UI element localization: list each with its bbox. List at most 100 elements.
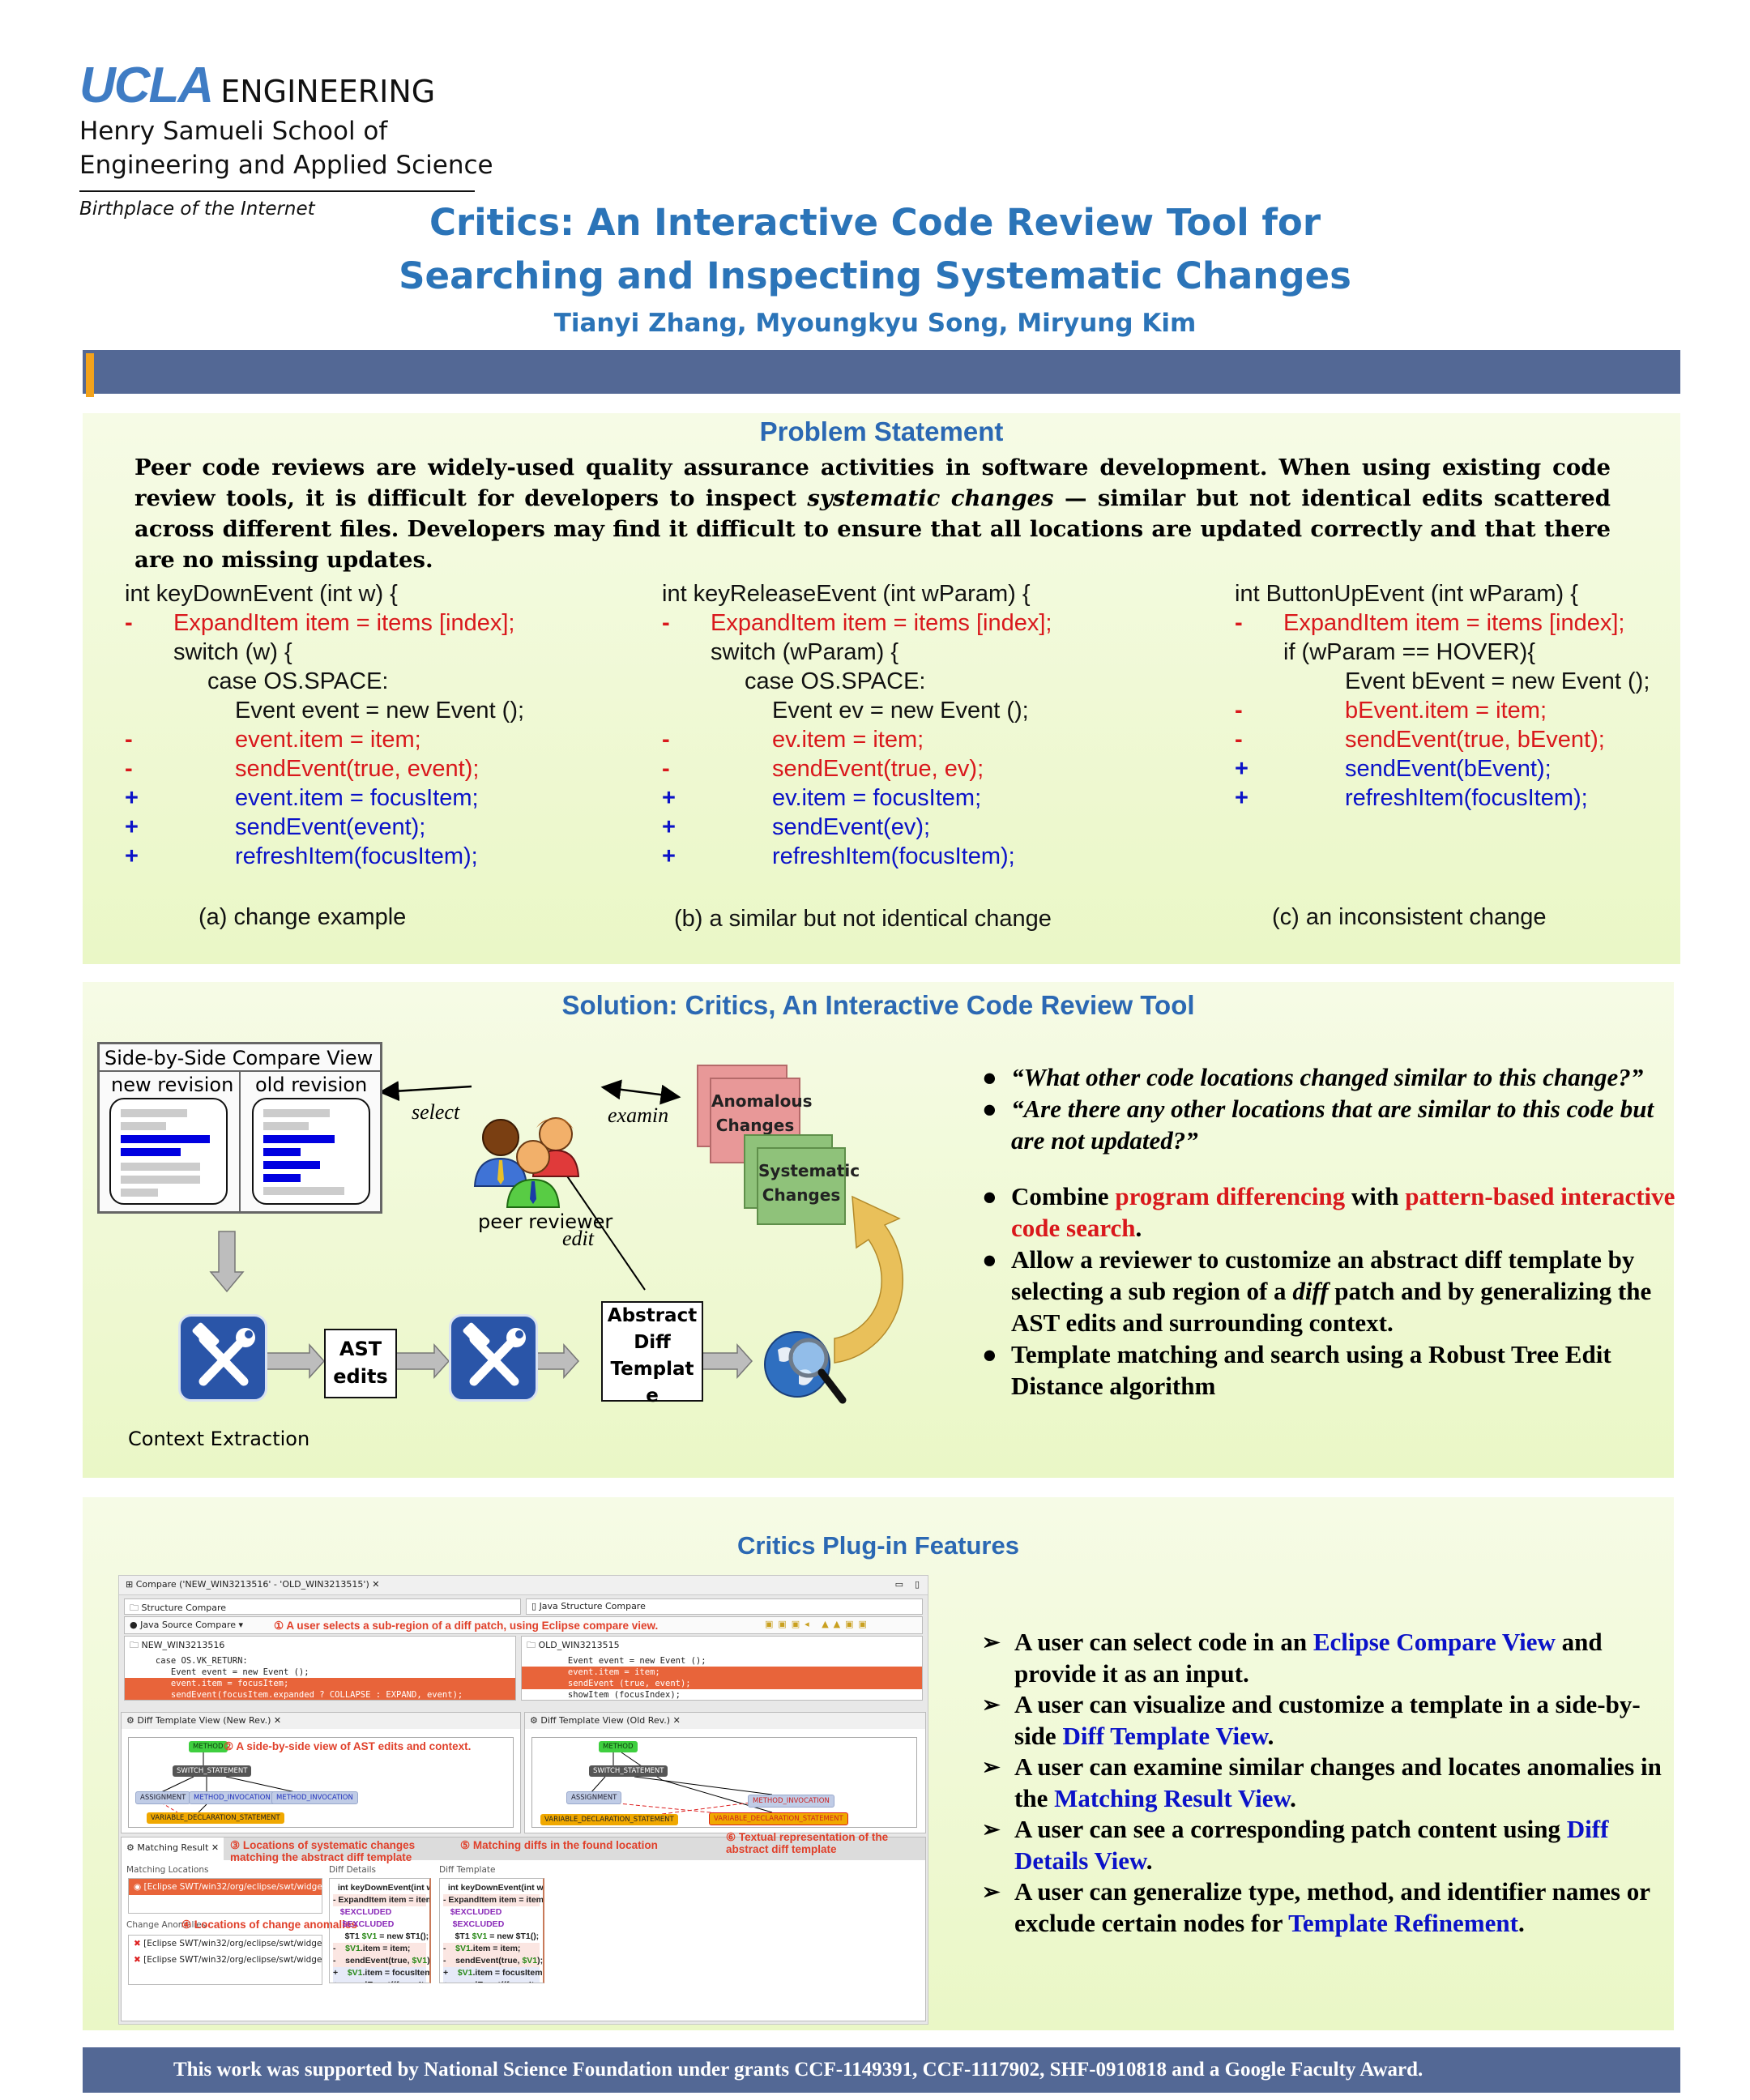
authors: Tianyi Zhang, Myoungkyu Song, Miryung Ki… [553, 309, 1197, 338]
highlighted-diff-line[interactable]: event.item = item; [522, 1667, 922, 1678]
question-2-text: “Are there any other locations that are … [1011, 1095, 1654, 1155]
ast-node-switch[interactable]: SWITCH_STATEMENT [589, 1765, 668, 1777]
feature-text-end: . [1290, 1783, 1296, 1812]
arrow-bullet-icon: ➢ [982, 1817, 1001, 1842]
diff-text-line: $EXCLUDED [333, 1919, 426, 1931]
ast-node-variable-decl[interactable]: VARIABLE_DECLARATION_STATEMENT [147, 1812, 284, 1824]
code-text: sendEvent(true, event); [235, 756, 480, 782]
diff-text-line: $EXCLUDED [443, 1906, 540, 1919]
diff-text-line: $T1 $V1 = new $T1(); [333, 1931, 429, 1943]
anomaly-row[interactable]: ✖ [Eclipse SWT/win32/org/eclipse/swt/wid… [129, 1936, 322, 1952]
logo-school-line1: Henry Samueli School of [79, 117, 388, 146]
annotation-2: ② A side-by-side view of AST edits and c… [224, 1740, 472, 1752]
new-file-pane: 🗀 NEW_WIN3213516 case OS.VK_RETURN: Even… [124, 1636, 516, 1701]
highlighted-diff-line[interactable]: sendEvent (true, event); [522, 1678, 922, 1689]
diff-template-label: Diff Template [439, 1865, 496, 1875]
diff-token: $EXCLUDED [337, 1919, 395, 1929]
added-marker: + [662, 814, 676, 840]
ast-node-switch[interactable]: SWITCH_STATEMENT [173, 1765, 252, 1777]
anomaly-row[interactable]: ✖ [Eclipse SWT/win32/org/eclipse/swt/wid… [129, 1952, 322, 1968]
header-bar-accent [86, 353, 94, 397]
code-line[interactable]: Event event = new Event (); [522, 1655, 922, 1667]
deleted-marker: - [1235, 698, 1243, 723]
compare-nav-toolbar-icons[interactable]: ▣▣▣◂ ▲▲▣▣ [765, 1619, 872, 1629]
feature-highlight: Diff Template View [1062, 1721, 1268, 1750]
structure-compare-pane[interactable]: 🗀 Structure Compare [124, 1598, 521, 1615]
compare-editor-tab[interactable]: ⊞ Compare ('NEW_WIN3213516' - 'OLD_WIN32… [119, 1576, 928, 1595]
ast-node-method-invocation[interactable]: METHOD_INVOCATION [189, 1791, 275, 1804]
solution-title: Solution: Critics, An Interactive Code R… [561, 990, 1195, 1020]
diff-token: $EXCLUDED [447, 1907, 502, 1917]
ast-node-variable-decl-changed[interactable]: VARIABLE_DECLARATION_STATEMENT [709, 1812, 848, 1825]
code-text: ExpandItem item = items [index]; [1283, 610, 1625, 636]
deleted-marker: - [662, 756, 670, 782]
template-generalization-tool-icon [449, 1314, 538, 1402]
logo-divider [79, 190, 475, 192]
ast-node-variable-decl[interactable]: VARIABLE_DECLARATION_STATEMENT [540, 1814, 678, 1825]
ast-node-method-invocation[interactable]: METHOD_INVOCATION [748, 1795, 834, 1808]
added-marker: + [1235, 785, 1248, 811]
diff-token: ); [537, 1956, 544, 1966]
point-combine: ● Combine program differencing with patte… [982, 1180, 1679, 1244]
old-revision-label: old revision [255, 1073, 368, 1096]
diff-template-new-tab[interactable]: ⚙ Diff Template View (New Rev.) ✕ [122, 1713, 520, 1729]
annotation-5: ⑤ Matching diffs in the found location [460, 1839, 658, 1851]
arrow-bullet-icon: ➢ [982, 1880, 1001, 1904]
diff-template-view-new: ⚙ Diff Template View (New Rev.) ✕ METHOD… [121, 1712, 521, 1833]
compare-view-title: Side-by-Side Compare View [100, 1044, 380, 1072]
problem-statement-title: Problem Statement [759, 416, 1004, 446]
matching-result-tab-label: Matching Result [137, 1842, 209, 1853]
highlighted-diff-line[interactable]: event.item = focusItem; [125, 1678, 515, 1689]
diff-token: int keyDownEvent(int wParam,int lParam) [337, 1883, 429, 1893]
added-marker: + [125, 785, 139, 811]
code-text: sendEvent(event); [235, 814, 426, 840]
diff-token: $V1 [522, 1956, 538, 1966]
diff-details-label: Diff Details [329, 1865, 376, 1875]
diff-token: = new $T1(); [487, 1931, 540, 1941]
java-structure-compare-pane[interactable]: ▯ Java Structure Compare [526, 1598, 923, 1615]
ast-node-method[interactable]: METHOD [189, 1741, 228, 1752]
compare-view-divider [239, 1072, 241, 1211]
diff-text-line: + $V1.item = focusItem; [333, 1967, 429, 1979]
problem-statement-text: Peer code reviews are widely-used qualit… [134, 452, 1611, 575]
diff-text-line: - sendEvent(true, $V1); [443, 1955, 544, 1967]
diff-text-line: - ExpandItem item = items[focusIndex]; [333, 1894, 429, 1906]
anomaly-text: [Eclipse SWT/win32/org/eclipse/swt/widge… [143, 1939, 322, 1948]
ast-node-method-invocation-2[interactable]: METHOD_INVOCATION [271, 1791, 358, 1804]
header-bar [83, 350, 1680, 394]
code-line[interactable]: showItem (focusIndex); [522, 1689, 922, 1700]
caption-b: (b) a similar but not identical change [674, 906, 1052, 932]
code-line[interactable]: case OS.VK_RETURN: [125, 1655, 515, 1667]
close-icon[interactable]: ✕ [372, 1579, 379, 1590]
anomaly-text: [Eclipse SWT/win32/org/eclipse/swt/widge… [143, 1955, 322, 1965]
change-anomalies-list: ✖ [Eclipse SWT/win32/org/eclipse/swt/wid… [128, 1935, 322, 1985]
matching-location-row[interactable]: ◉ [Eclipse SWT/win32/org/eclipse/swt/wid… [129, 1879, 474, 1895]
examine-label: examin [608, 1103, 669, 1127]
diff-template-old-tab[interactable]: ⚙ Diff Template View (Old Rev.) ✕ [525, 1713, 925, 1729]
ast-node-method[interactable]: METHOD [599, 1741, 638, 1752]
diff-template-old-tab-label: Diff Template View (Old Rev.) [540, 1715, 671, 1726]
diff-token: sendEvent((focusItem.expanded ? COL [450, 1980, 543, 1983]
diff-token: sendEvent(true, [338, 1956, 412, 1966]
highlighted-diff-line[interactable]: sendEvent(focusItem.expanded ? COLLAPSE … [125, 1689, 515, 1700]
java-source-compare-dropdown[interactable]: ● Java Source Compare ▾ [130, 1620, 243, 1630]
diff-text-line: $EXCLUDED [443, 1919, 540, 1931]
feature-text-end: . [1146, 1846, 1153, 1875]
matching-result-tab[interactable]: ⚙ Matching Result ✕ [122, 1838, 224, 1860]
combine-post: . [1135, 1214, 1142, 1242]
ast-node-assignment[interactable]: ASSIGNMENT [135, 1791, 191, 1804]
allow-diff: diff [1292, 1277, 1329, 1305]
minimize-icon[interactable]: ▭ [895, 1579, 903, 1590]
systematic-changes-box: Systematic Changes [757, 1147, 860, 1225]
error-x-icon: ✖ [134, 1939, 144, 1948]
diff-text-line: int keyDownEvent(int wParam,int lParam) [443, 1882, 543, 1894]
examine-arrow [600, 1079, 681, 1105]
matching-result-view: ⚙ Matching Result ✕ ③ Locations of syste… [121, 1831, 926, 2021]
code-line[interactable]: Event event = new Event (); [125, 1667, 515, 1678]
caption-a: (a) change example [198, 904, 407, 930]
ast-node-assignment[interactable]: ASSIGNMENT [566, 1791, 622, 1804]
feature-item-2: ➢ A user can visualize and customize a te… [982, 1689, 1671, 1752]
feature-item-3: ➢ A user can examine similar changes and… [982, 1752, 1671, 1814]
context-extraction-tool-icon [178, 1314, 267, 1402]
maximize-icon[interactable]: ▯ [915, 1579, 920, 1590]
